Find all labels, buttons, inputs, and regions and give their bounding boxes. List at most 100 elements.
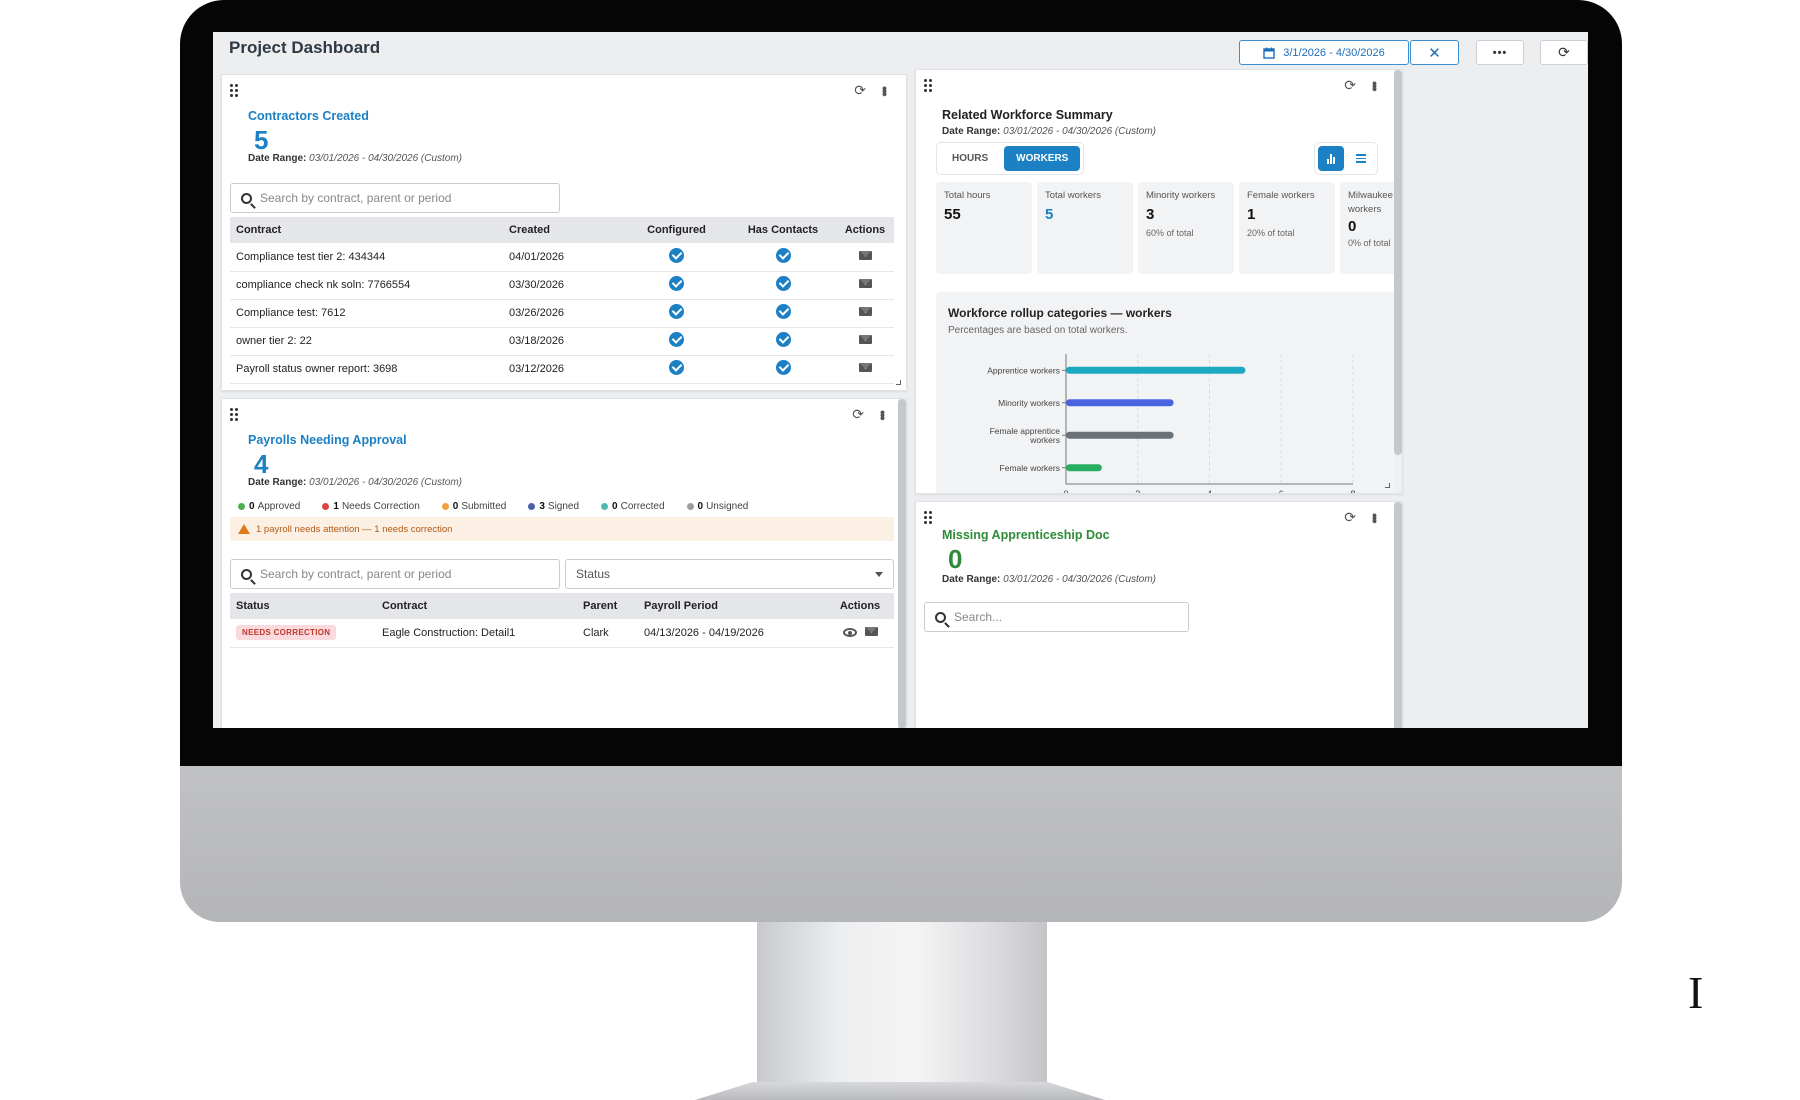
scrollbar-thumb[interactable] [1394,502,1402,728]
toggle-workers[interactable]: WORKERS [1004,146,1081,171]
refresh-dashboard-button[interactable]: ⟳ [1540,40,1588,65]
stat-sub: 20% of total [1247,227,1295,238]
status-filter-select[interactable]: Status [565,559,894,589]
panel-title[interactable]: Missing Apprenticeship Doc [942,528,1110,542]
refresh-icon[interactable]: ⟳ [1344,77,1356,94]
dashboard-screen: Project Dashboard 3/1/2026 - 4/30/2026 ✕… [213,32,1588,728]
missing-docs-search-input[interactable]: Search... [924,602,1189,632]
kebab-menu-icon[interactable]: ••• [875,410,891,419]
drag-handle-icon[interactable] [924,511,934,524]
refresh-icon[interactable]: ⟳ [1344,509,1356,526]
kebab-menu-icon[interactable]: ••• [1367,81,1383,90]
email-icon[interactable] [858,307,872,316]
stat-sub: 60% of total [1146,227,1194,238]
search-icon [241,192,252,204]
status-dot-icon [686,502,694,510]
x-tick-label: 8 [1350,489,1355,494]
drag-handle-icon[interactable] [230,408,240,421]
contractors-created-panel: ⟳ ••• Contractors Created 5 Date Range: … [221,74,907,391]
bar-chart-icon[interactable] [1318,146,1344,171]
drag-handle-icon[interactable] [230,84,240,97]
status-legend: 0 Approved 1 Needs Correction 0 Submitted 3 Sig… [238,501,748,512]
contract-cell: Payroll status owner report: 3698 [230,355,503,384]
stat-card-female-workers: Female workers 1 20% of total [1239,182,1335,274]
status-label: Approved [257,501,301,512]
contractors-count: 5 [254,125,269,155]
contractors-search-input[interactable]: Search by contract, parent or period [230,183,560,213]
contract-cell: Compliance test tier 2: 434344 [230,243,503,272]
kebab-menu-icon[interactable]: ••• [1367,513,1383,522]
column-header[interactable]: Configured [623,217,730,243]
chevron-down-icon [875,572,883,577]
payrolls-search-input[interactable]: Search by contract, parent or period [230,559,560,589]
warning-icon [238,524,250,534]
contract-cell: Compliance test: 7612 [230,299,503,328]
column-header[interactable]: Contract [230,217,503,243]
drag-handle-icon[interactable] [924,79,934,92]
status-label: Signed [547,501,580,512]
date-range-label: 3/1/2026 - 4/30/2026 [1283,46,1385,59]
stat-card-total-workers: Total workers 5 [1037,182,1133,274]
date-range-button[interactable]: 3/1/2026 - 4/30/2026 [1239,40,1409,65]
x-tick-label: 2 [1135,489,1140,494]
refresh-icon[interactable]: ⟳ [854,82,866,99]
refresh-icon[interactable]: ⟳ [852,406,864,423]
column-header[interactable]: Created [503,217,623,243]
email-icon[interactable] [864,626,878,636]
scrollbar-thumb[interactable] [898,399,906,728]
list-icon[interactable] [1348,146,1374,171]
status-count: 0 [452,501,459,512]
email-icon[interactable] [858,279,872,288]
status-count: 3 [539,501,545,512]
refresh-icon: ⟳ [1558,44,1570,60]
created-cell: 04/01/2026 [503,243,623,272]
toggle-hours[interactable]: HOURS [940,146,1000,171]
status-legend-item: 3 Signed [528,501,579,512]
date-range-text: Date Range: 03/01/2026 - 04/30/2026 (Cus… [248,477,463,488]
status-legend-item: 0 Submitted [441,501,507,512]
panel-title[interactable]: Payrolls Needing Approval [248,433,407,447]
table-row[interactable]: owner tier 2: 22 03/18/2026 [230,327,894,356]
calendar-icon [1263,47,1275,59]
category-label: Female workers [1000,463,1060,473]
status-count: 0 [612,501,618,512]
table-row[interactable]: Payroll status owner report: 3698 03/12/2… [230,355,894,384]
view-icon[interactable] [842,628,857,638]
scrollbar-thumb[interactable] [1394,70,1402,455]
stat-value: 55 [944,205,961,223]
period-cell: 04/13/2026 - 04/19/2026 [638,619,826,648]
table-row[interactable]: Compliance test tier 2: 434344 04/01/2026 [230,243,894,272]
check-circle-icon [669,276,684,291]
table-row[interactable]: NEEDS CORRECTION Eagle Construction: Det… [230,619,894,648]
contract-cell: compliance check nk soln: 7766554 [230,271,503,300]
email-icon[interactable] [858,363,872,372]
column-header[interactable]: Parent [577,593,638,619]
workforce-chart-card: Workforce rollup categories — workers Pe… [936,292,1402,494]
email-icon[interactable] [858,250,872,260]
panel-title[interactable]: Contractors Created [248,109,369,123]
monitor-stand [757,922,1047,1082]
status-count: 1 [333,501,339,512]
resize-handle-icon[interactable] [1385,483,1390,488]
attention-alert: 1 payroll needs attention — 1 needs corr… [230,517,894,541]
parent-cell: Clark [577,619,638,648]
table-row[interactable]: Compliance test: 7612 03/26/2026 [230,299,894,328]
column-header: Actions [826,593,894,619]
close-icon: ✕ [1428,44,1441,62]
missing-count: 0 [948,544,963,574]
column-header[interactable]: Payroll Period [638,593,826,619]
search-placeholder: Search by contract, parent or period [260,191,452,205]
clear-date-button[interactable]: ✕ [1410,40,1459,65]
alert-text: 1 payroll needs attention — 1 needs corr… [256,523,453,535]
more-options-button[interactable]: ••• [1476,40,1524,65]
check-circle-icon [669,360,684,375]
column-header[interactable]: Contract [376,593,577,619]
email-icon[interactable] [858,335,872,344]
column-header[interactable]: Has Contacts [730,217,836,243]
created-cell: 03/12/2026 [503,355,623,384]
kebab-menu-icon[interactable]: ••• [877,86,893,95]
status-label: Submitted [461,501,507,512]
resize-handle-icon[interactable] [896,380,901,385]
column-header[interactable]: Status [230,593,376,619]
table-row[interactable]: compliance check nk soln: 7766554 03/30/2… [230,271,894,300]
